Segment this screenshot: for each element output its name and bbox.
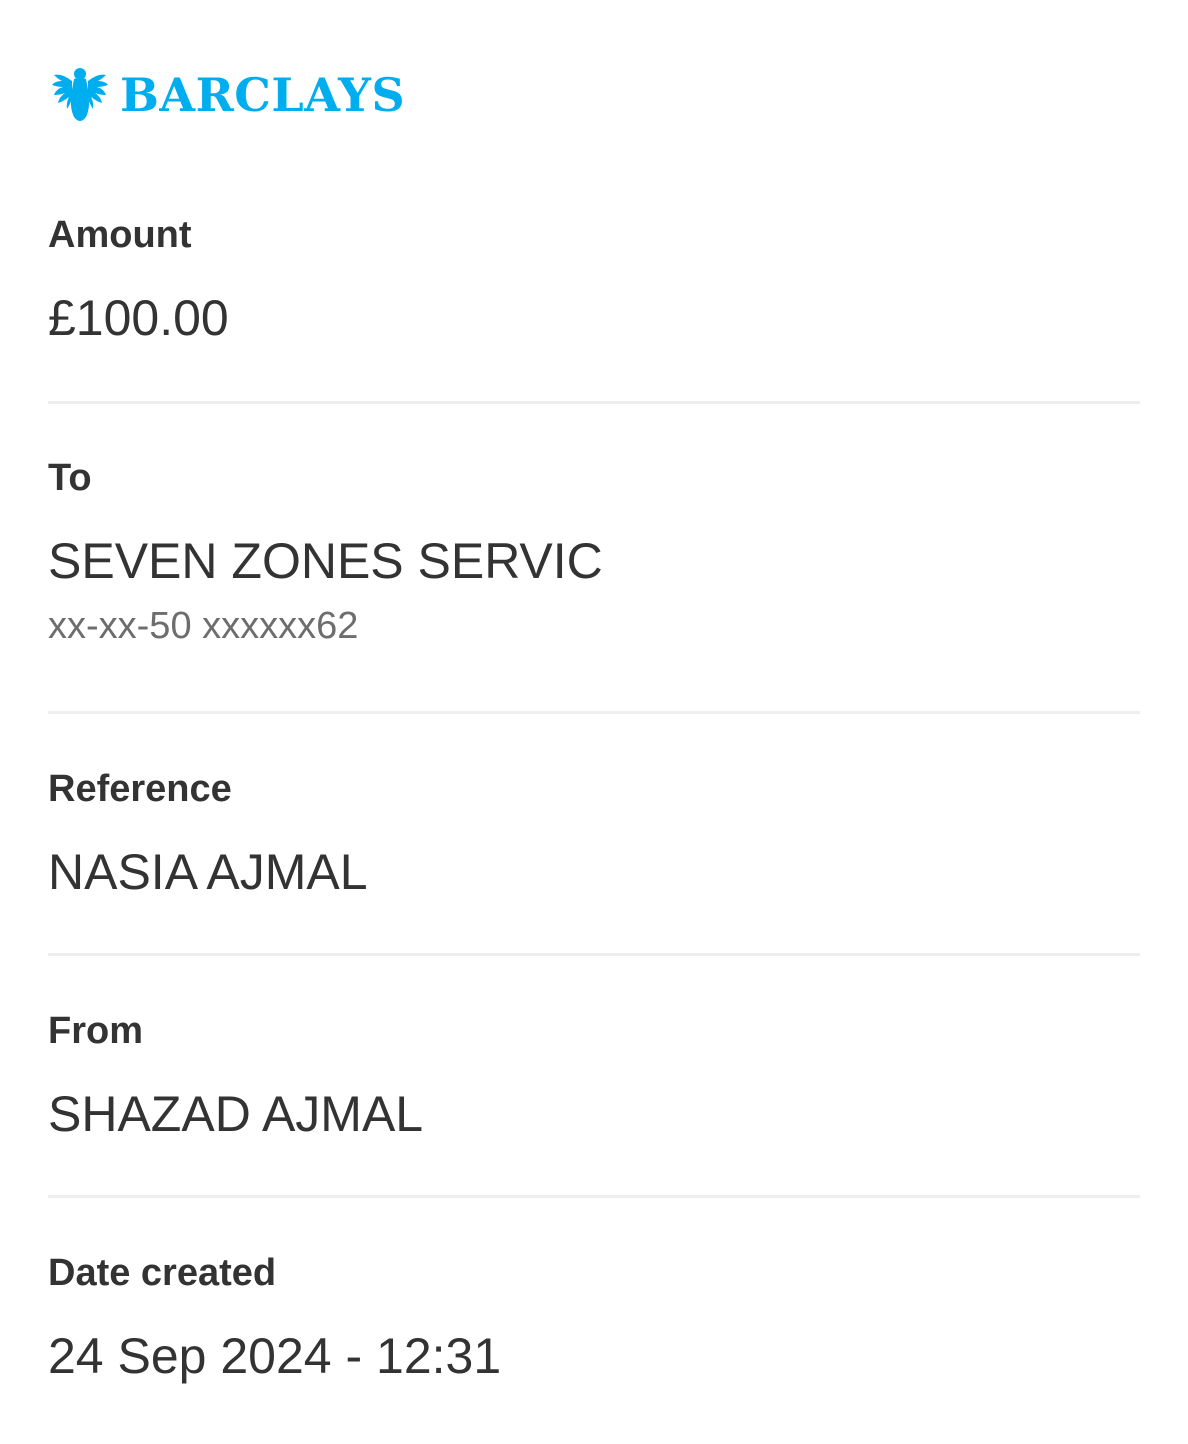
amount-section: Amount £100.00 [48,212,1140,348]
divider [48,401,1140,404]
divider [48,711,1140,714]
amount-label: Amount [48,214,192,256]
payee-account: xx-xx-50 xxxxxx62 [48,605,359,647]
reference-section: Reference NASIA AJMAL [48,766,1140,902]
brand-name: BARCLAYS [120,68,406,122]
to-section: To SEVEN ZONES SERVIC xx-xx-50 xxxxxx62 [48,455,1140,649]
from-value: SHAZAD AJMAL [48,1086,424,1142]
amount-value: £100.00 [48,290,229,346]
reference-value: NASIA AJMAL [48,844,368,900]
barclays-logo: BARCLAYS [52,64,405,126]
divider [48,1195,1140,1198]
to-label: To [48,457,92,499]
from-label: From [48,1010,143,1052]
reference-label: Reference [48,768,232,810]
eagle-icon [52,68,108,121]
payee-name: SEVEN ZONES SERVIC [48,533,603,589]
from-section: From SHAZAD AJMAL [48,1008,1140,1144]
divider [48,953,1140,956]
date-value: 24 Sep 2024 - 12:31 [48,1328,502,1384]
date-label: Date created [48,1252,277,1294]
date-section: Date created 24 Sep 2024 - 12:31 [48,1250,1140,1386]
